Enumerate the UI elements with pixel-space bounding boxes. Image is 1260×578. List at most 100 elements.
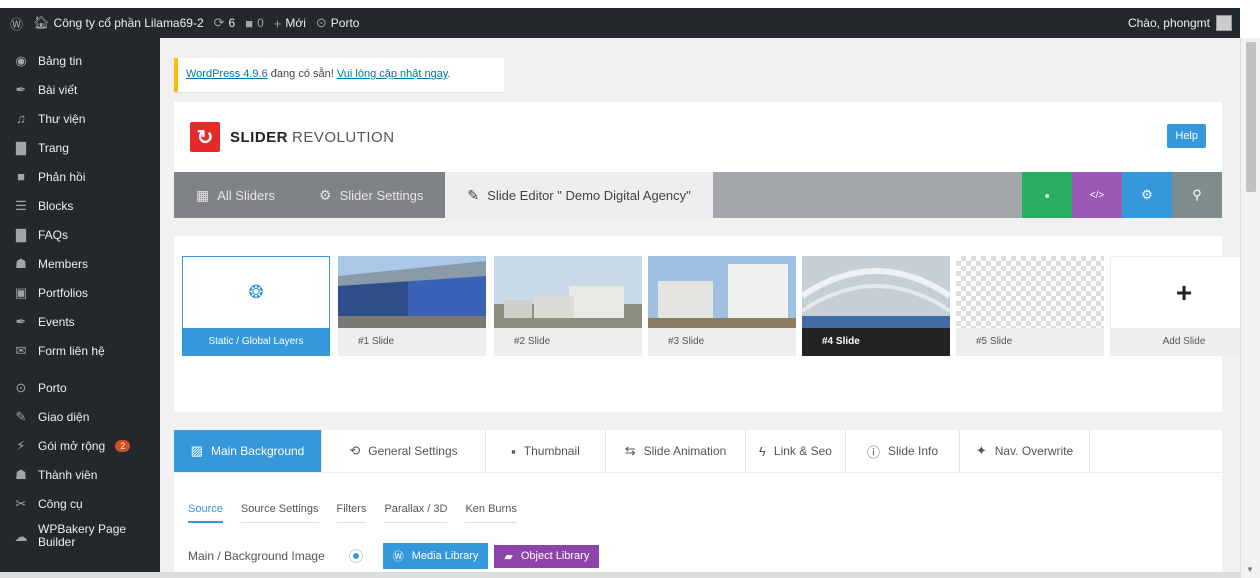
horizontal-scrollbar[interactable] (0, 572, 1240, 578)
slide-static-layers[interactable]: ❂ Static / Global Layers (182, 256, 330, 356)
slide-thumbnail (648, 256, 796, 328)
updates-link[interactable]: ⟳ 6 (214, 15, 236, 31)
settings-button[interactable]: ⚙ (1122, 172, 1172, 218)
porto-link[interactable]: ⊙ Porto (316, 15, 360, 31)
admin-sidebar: ◉ Bảng tin ✒ Bài viết ♫ Thư viện ▇ Trang ■ Ph… (0, 38, 160, 578)
site-name-link[interactable]: 🏠︎ Công ty cổ phần Lilama69-2 (33, 15, 204, 31)
slider-nav-bar: ▦ All Sliders ⚙ Slider Settings ✎ Slide Edi… (174, 172, 1222, 218)
tab-nav-overwrite[interactable]: ✦ Nav. Overwrite (960, 430, 1090, 472)
scrollbar-thumb[interactable] (1246, 42, 1256, 192)
object-library-button[interactable]: ▰ Object Library (494, 544, 600, 568)
sidebar-item-pages[interactable]: ▇ Trang (0, 133, 160, 162)
subtab-filters[interactable]: Filters (336, 503, 367, 523)
slide-2[interactable]: #2 Slide (494, 256, 642, 356)
source-subtabs: Source Source Settings Filters Parallax … (188, 503, 517, 523)
history-icon: ⟲ (349, 443, 361, 458)
media-library-button[interactable]: Ⓦ Media Library (382, 543, 489, 569)
new-content-link[interactable]: + Mới (274, 16, 306, 31)
sidebar-item-blocks[interactable]: ☰ Blocks (0, 191, 160, 220)
slide-thumbnail (338, 256, 486, 328)
tab-slide-editor[interactable]: ✎ Slide Editor " Demo Digital Agency" (445, 172, 713, 218)
grid-icon: ▦ (196, 186, 210, 203)
slide-thumbnail (800, 256, 952, 328)
search-button[interactable]: ⚲ (1172, 172, 1222, 218)
sidebar-item-plugins[interactable]: ⚡︎ Gói mở rộng 2 (0, 431, 160, 460)
faq-icon: ▇ (16, 226, 26, 242)
background-image-radio[interactable] (348, 549, 363, 563)
sidebar-item-members[interactable]: ☗ Members (0, 249, 160, 278)
sidebar-item-events[interactable]: ✒ Events (0, 307, 160, 336)
admin-bar: Ⓦ 🏠︎ Công ty cổ phần Lilama69-2 ⟳ 6 ■ 0 + Mớ… (0, 0, 1260, 38)
tab-thumbnail[interactable]: ▪ Thumbnail (486, 430, 606, 472)
subtab-source-settings[interactable]: Source Settings (240, 503, 319, 523)
tab-slide-animation[interactable]: ⇆ Slide Animation (606, 430, 746, 472)
add-slide-button[interactable]: + Add Slide (1110, 256, 1258, 356)
code-button[interactable]: </> (1072, 172, 1122, 218)
plugin-update-badge: 2 (115, 439, 131, 452)
background-image-row: Main / Background Image Ⓦ Media Library ▰… (188, 543, 600, 569)
sidebar-item-users[interactable]: ☗ Thành viên (0, 460, 160, 489)
update-notice: WordPress 4.9.6 đang có sẵn! Vui lòng cậ… (174, 58, 504, 92)
sidebar-item-faqs[interactable]: ▇ FAQs (0, 220, 160, 249)
sidebar-item-contact-form[interactable]: ✉ Form liên hệ (0, 336, 160, 365)
slider-revolution-header: ↻ SLIDER REVOLUTION Help (174, 102, 1222, 172)
editor-tabs: ▨ Main Background ⟲ General Settings ▪ Thum… (174, 430, 1222, 472)
save-button[interactable]: ▪ (1022, 172, 1072, 218)
home-icon: 🏠︎ (33, 15, 50, 30)
comment-icon: ■ (245, 15, 254, 31)
users-icon: ☗ (15, 466, 27, 482)
sidebar-item-posts[interactable]: ✒ Bài viết (0, 75, 160, 104)
slide-1[interactable]: #1 Slide (338, 256, 486, 356)
porto-icon: ⊙ (15, 379, 27, 395)
wordpress-version-link[interactable]: WordPress 4.9.6 (186, 68, 268, 80)
tab-slider-settings[interactable]: ⚙ Slider Settings (297, 172, 446, 218)
mail-icon: ✉ (15, 342, 27, 358)
slide-3[interactable]: #3 Slide (648, 256, 796, 356)
slide-list: ❂ Static / Global Layers #1 Slide #2 Sli… (174, 236, 1258, 412)
main-content: WordPress 4.9.6 đang có sẵn! Vui lòng cậ… (160, 38, 1258, 578)
builder-icon: ☁ (14, 528, 28, 544)
slide-4[interactable]: #4 Slide (800, 256, 952, 356)
slide-5[interactable]: #5 Slide (956, 256, 1104, 356)
update-now-link[interactable]: Vui lòng cập nhật ngay (337, 68, 448, 80)
tab-link-seo[interactable]: ϟ Link & Seo (746, 430, 846, 472)
refresh-logo-icon: ↻ (190, 122, 220, 152)
wordpress-logo-icon[interactable]: Ⓦ (10, 14, 23, 33)
sidebar-item-comments[interactable]: ■ Phản hồi (0, 162, 160, 191)
wordpress-icon: Ⓦ (392, 551, 404, 563)
sidebar-item-portfolios[interactable]: ▣ Portfolios (0, 278, 160, 307)
plugin-icon: ⚡︎ (16, 437, 26, 453)
wand-icon: ✦ (975, 443, 987, 458)
avatar (1216, 15, 1232, 31)
pin-icon: ✒ (15, 313, 27, 329)
globe-icon: ❂ (182, 256, 330, 328)
members-icon: ☗ (15, 255, 27, 271)
tab-slide-info[interactable]: ⓘ Slide Info (846, 430, 960, 472)
comment-icon: ■ (17, 169, 25, 184)
sidebar-item-porto[interactable]: ⊙ Porto (0, 373, 160, 402)
sidebar-item-wpbakery[interactable]: ☁ WPBakery Page Builder (0, 518, 160, 554)
scroll-down-arrow-icon[interactable]: ▼ (1246, 565, 1254, 574)
tab-main-background[interactable]: ▨ Main Background (174, 430, 322, 472)
tools-icon: ✂ (15, 495, 27, 511)
vertical-scrollbar[interactable]: ▼ (1240, 38, 1260, 578)
subtab-source[interactable]: Source (188, 503, 223, 523)
sidebar-item-dashboard[interactable]: ◉ Bảng tin (0, 46, 160, 75)
tab-general-settings[interactable]: ⟲ General Settings (322, 430, 486, 472)
comments-link[interactable]: ■ 0 (245, 16, 264, 31)
sidebar-item-media[interactable]: ♫ Thư viện (0, 104, 160, 133)
blocks-icon: ☰ (15, 197, 27, 213)
account-menu[interactable]: Chào, phongmt (1128, 15, 1232, 31)
page-icon: ▇ (16, 139, 26, 155)
help-button[interactable]: Help (1167, 124, 1206, 148)
slide-thumbnail (494, 256, 642, 328)
sidebar-item-appearance[interactable]: ✎ Giao diện (0, 402, 160, 431)
slider-revolution-logo: ↻ SLIDER REVOLUTION (190, 122, 395, 152)
subtab-parallax[interactable]: Parallax / 3D (384, 503, 448, 523)
background-image-label: Main / Background Image (188, 549, 325, 563)
sidebar-item-tools[interactable]: ✂ Công cụ (0, 489, 160, 518)
gear-icon: ⚙ (319, 186, 332, 203)
tab-all-sliders[interactable]: ▦ All Sliders (174, 172, 298, 218)
portfolio-icon: ▣ (14, 284, 28, 300)
subtab-ken-burns[interactable]: Ken Burns (465, 503, 517, 523)
